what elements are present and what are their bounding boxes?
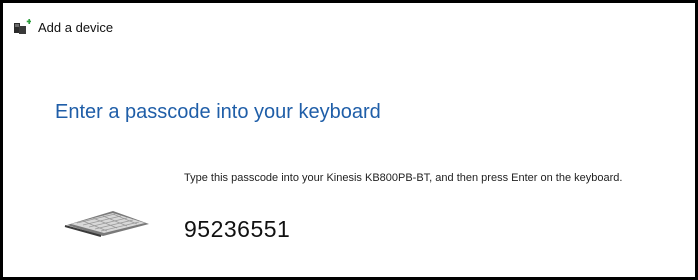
page-heading: Enter a passcode into your keyboard <box>55 101 381 123</box>
instruction-text: Type this passcode into your Kinesis KB8… <box>184 172 623 184</box>
add-device-icon <box>13 19 32 35</box>
add-device-dialog: Add a device Enter a passcode into your … <box>0 0 698 280</box>
window-title: Add a device <box>38 19 114 35</box>
passcode-value: 95236551 <box>184 216 291 242</box>
title-bar: Add a device <box>13 17 113 37</box>
keyboard-icon <box>63 207 151 237</box>
